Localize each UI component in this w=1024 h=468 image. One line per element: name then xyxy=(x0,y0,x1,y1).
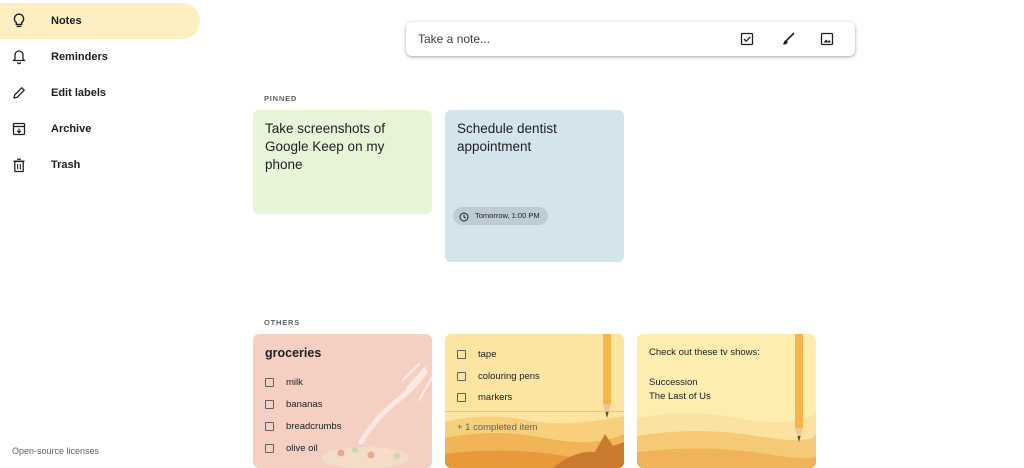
trash-icon xyxy=(10,156,28,174)
completed-items-toggle[interactable]: + 1 completed item xyxy=(457,422,538,433)
take-note-bar[interactable] xyxy=(406,22,855,56)
checklist-item[interactable]: breadcrumbs xyxy=(265,419,341,433)
new-drawing-button[interactable] xyxy=(779,30,797,48)
note-title: groceries xyxy=(265,346,322,360)
sidebar-item-label: Edit labels xyxy=(51,87,107,99)
note-card[interactable]: Take screenshots of Google Keep on my ph… xyxy=(253,110,432,214)
note-text-line: Check out these tv shows: xyxy=(649,347,760,358)
note-card[interactable]: tape colouring pens markers + 1 complete… xyxy=(445,334,624,468)
sidebar-item-label: Notes xyxy=(51,15,82,27)
archive-icon xyxy=(10,120,28,138)
sidebar-item-label: Trash xyxy=(51,159,81,171)
checkbox[interactable] xyxy=(265,421,274,431)
note-card[interactable]: groceries milk bananas breadcrumbs olive… xyxy=(253,334,432,468)
sidebar-item-label: Archive xyxy=(51,123,92,135)
checklist-item[interactable]: olive oil xyxy=(265,441,318,455)
brush-icon xyxy=(782,32,795,45)
new-image-button[interactable] xyxy=(818,30,836,48)
checkbox[interactable] xyxy=(457,371,466,381)
take-note-input[interactable] xyxy=(418,30,718,48)
sidebar-item-label: Reminders xyxy=(51,51,108,63)
note-title: Take screenshots of Google Keep on my ph… xyxy=(265,121,386,172)
reminder-text: Tomorrow, 1:00 PM xyxy=(475,211,540,220)
sidebar-item-reminders[interactable]: Reminders xyxy=(0,39,200,75)
clock-icon xyxy=(459,211,469,229)
checklist-item[interactable]: colouring pens xyxy=(457,369,540,383)
checkbox[interactable] xyxy=(265,377,274,387)
note-title: Schedule dentist appointment xyxy=(457,121,557,154)
lightbulb-icon xyxy=(10,12,28,30)
checkbox[interactable] xyxy=(265,399,274,409)
note-text-line: The Last of Us xyxy=(649,391,711,402)
checklist-divider xyxy=(445,411,624,412)
checkbox[interactable] xyxy=(457,392,466,402)
checklist-item[interactable]: milk xyxy=(265,375,303,389)
checkbox-icon xyxy=(740,32,754,46)
checklist-item[interactable]: bananas xyxy=(265,397,322,411)
sidebar-item-notes[interactable]: Notes xyxy=(0,3,200,39)
note-text-line: Succession xyxy=(649,377,698,388)
pencil-icon xyxy=(10,84,28,102)
sidebar: Notes Reminders Edit labels Archive Tras… xyxy=(0,0,210,468)
open-source-licenses-link[interactable]: Open-source licenses xyxy=(12,446,99,456)
checklist-item[interactable]: tape xyxy=(457,347,497,361)
others-section-label: OTHERS xyxy=(264,318,301,327)
sidebar-item-edit-labels[interactable]: Edit labels xyxy=(0,75,200,111)
reminder-chip[interactable]: Tomorrow, 1:00 PM xyxy=(453,207,548,225)
checklist-item[interactable]: markers xyxy=(457,390,512,404)
image-icon xyxy=(820,32,834,46)
checkbox[interactable] xyxy=(457,349,466,359)
new-list-button[interactable] xyxy=(738,30,756,48)
sidebar-item-trash[interactable]: Trash xyxy=(0,147,200,183)
bell-icon xyxy=(10,48,28,66)
checkbox[interactable] xyxy=(265,443,274,453)
note-card[interactable]: Check out these tv shows: Succession The… xyxy=(637,334,816,468)
pinned-section-label: PINNED xyxy=(264,94,298,103)
note-card[interactable]: Schedule dentist appointment Tomorrow, 1… xyxy=(445,110,624,262)
sidebar-item-archive[interactable]: Archive xyxy=(0,111,200,147)
